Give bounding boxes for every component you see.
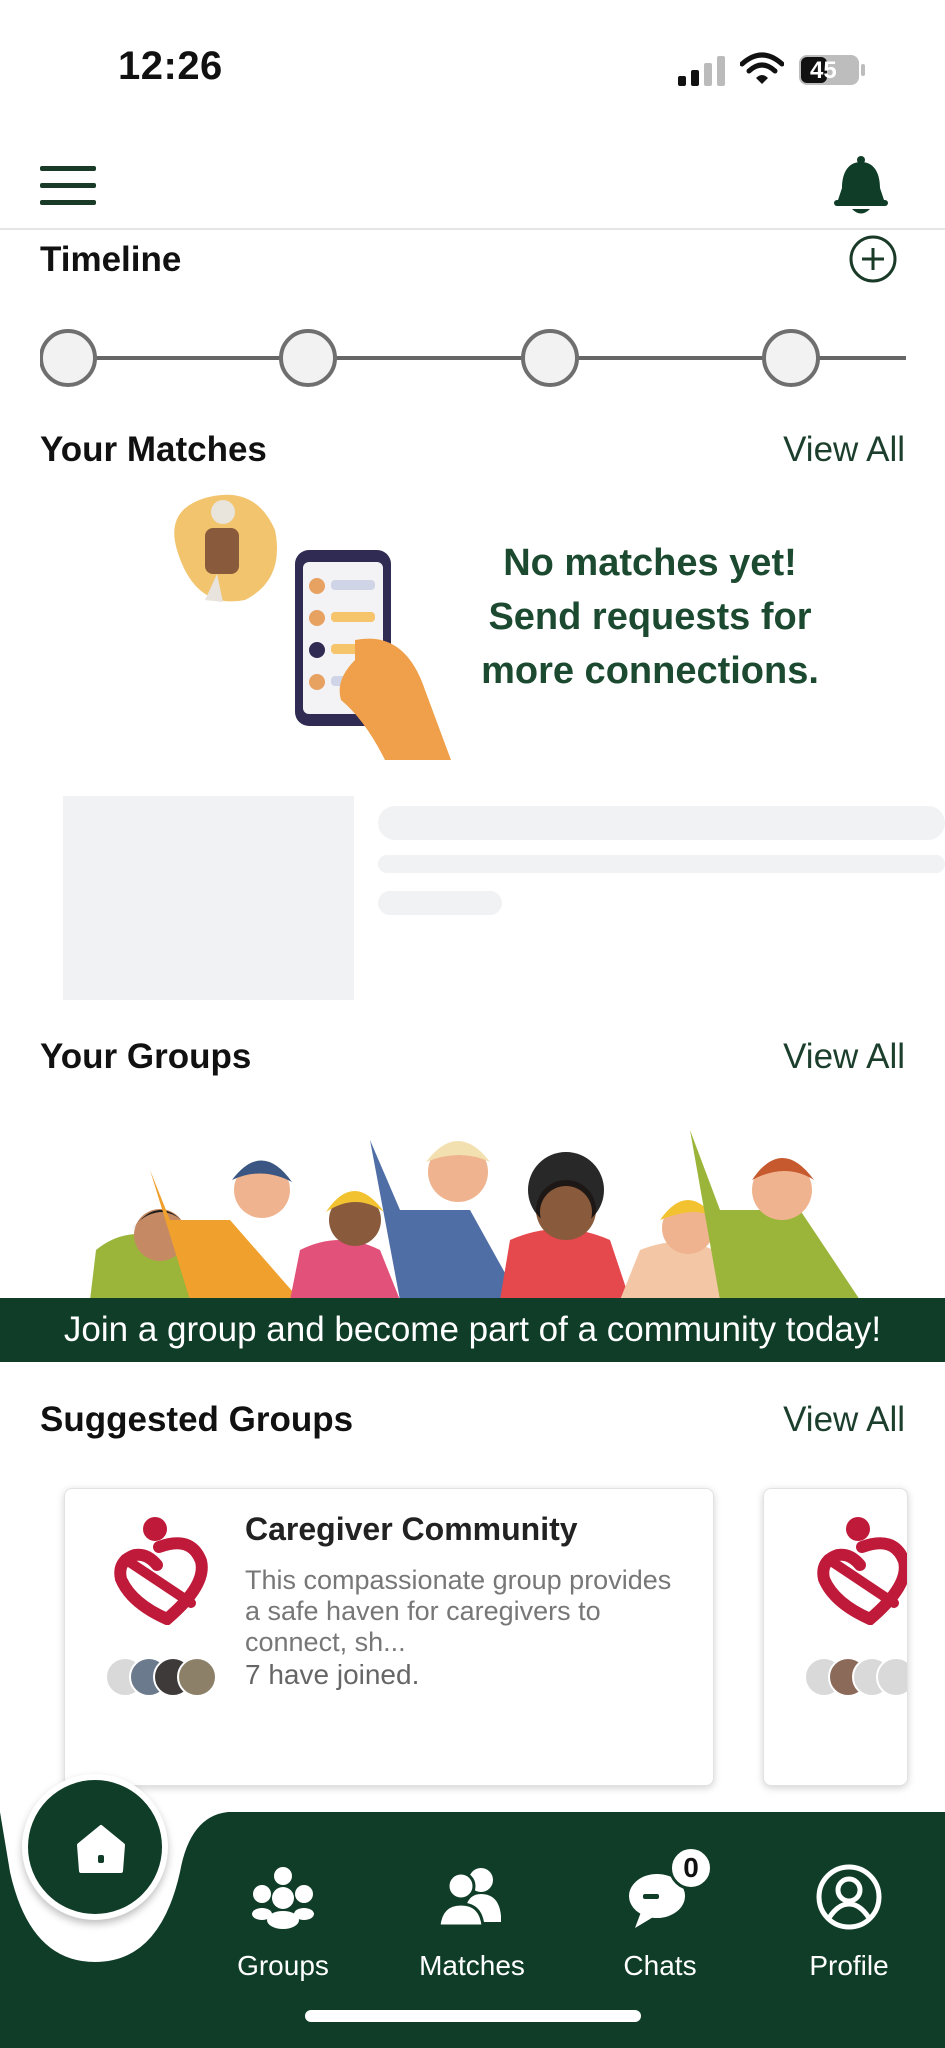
nav-groups[interactable]: Groups — [208, 1862, 358, 1982]
nav-groups-label: Groups — [237, 1950, 329, 1981]
cellular-signal-icon — [678, 56, 725, 86]
status-time: 12:26 — [118, 44, 223, 88]
timeline-step — [40, 329, 97, 387]
hamburger-menu-icon[interactable] — [40, 164, 96, 208]
home-indicator — [305, 2010, 641, 2022]
timeline-title: Timeline — [40, 240, 182, 279]
join-group-banner-text: Join a group and become part of a commun… — [0, 1298, 945, 1362]
home-button[interactable] — [22, 1774, 168, 1920]
group-joined-count: 7 have joined. — [245, 1659, 420, 1690]
loading-skeleton-image — [63, 796, 354, 1000]
no-matches-line: No matches yet! — [503, 542, 797, 584]
nav-profile-label: Profile — [809, 1950, 889, 1981]
timeline-step — [762, 329, 820, 387]
join-group-banner[interactable]: Join a group and become part of a commun… — [0, 1100, 945, 1362]
nav-chats-label: Chats — [623, 1950, 697, 1981]
group-description: This compassionate group provides a safe… — [245, 1565, 672, 1657]
nav-matches[interactable]: Matches — [397, 1862, 547, 1982]
groups-view-all-link[interactable]: View All — [783, 1037, 905, 1077]
status-bar: 12:26 45 — [0, 0, 945, 140]
caregiver-heart-logo — [817, 1517, 907, 1625]
member-avatars — [804, 1657, 907, 1697]
add-timeline-icon[interactable] — [848, 234, 898, 284]
home-icon — [77, 1825, 125, 1873]
loading-skeleton-line — [378, 806, 945, 840]
nav-profile[interactable]: Profile — [774, 1862, 924, 1982]
groups-title: Your Groups — [40, 1037, 252, 1076]
loading-skeleton-line — [378, 891, 502, 915]
timeline-track — [40, 329, 906, 387]
matches-view-all-link[interactable]: View All — [783, 430, 905, 470]
timeline-step — [521, 329, 579, 387]
chats-unread-badge: 0 — [669, 1846, 713, 1890]
no-matches-line: more connections. — [481, 650, 819, 692]
nav-chats[interactable]: 0 Chats — [585, 1846, 735, 1982]
suggested-group-card[interactable]: Caregiver Community This compassionate g… — [64, 1488, 714, 1786]
no-matches-message: No matches yet! Send requests for more c… — [440, 536, 860, 698]
group-name: Caregiver Community — [245, 1511, 578, 1547]
app-header — [0, 140, 945, 230]
profile-icon — [816, 1864, 882, 1930]
suggested-group-card[interactable] — [763, 1488, 908, 1786]
suggested-groups-title: Suggested Groups — [40, 1400, 354, 1439]
suggested-groups-view-all-link[interactable]: View All — [783, 1400, 905, 1440]
no-matches-line: Send requests for — [488, 596, 812, 638]
battery-icon: 45 — [798, 54, 866, 86]
nav-matches-label: Matches — [419, 1950, 525, 1981]
matches-icon — [437, 1868, 501, 1928]
caregiver-heart-logo — [114, 1517, 208, 1625]
matches-title: Your Matches — [40, 430, 267, 469]
timeline-step — [279, 329, 337, 387]
groups-icon — [252, 1867, 314, 1929]
phone-matches-illustration — [174, 494, 451, 760]
member-avatars — [105, 1657, 217, 1697]
loading-skeleton-line — [378, 855, 945, 873]
battery-level: 45 — [810, 57, 837, 84]
wifi-icon — [740, 52, 784, 84]
notification-bell-icon[interactable] — [832, 154, 890, 218]
community-people-illustration — [90, 1130, 860, 1300]
